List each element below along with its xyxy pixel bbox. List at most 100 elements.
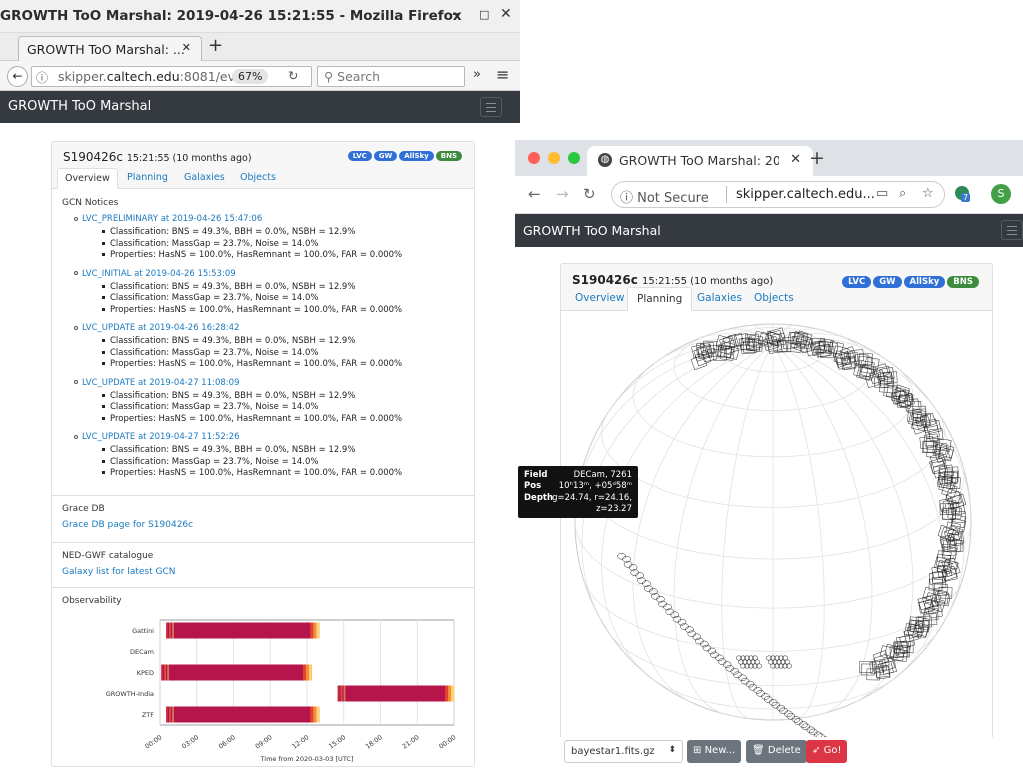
badge-lvc: LVC — [842, 276, 872, 288]
extension-icon[interactable]: 7 — [955, 186, 971, 202]
search-placeholder: Search — [337, 69, 381, 84]
card-header: S190426c 15:21:55 (10 months ago) LVC GW A… — [52, 142, 474, 189]
delete-plan-button[interactable]: 🗑 Delete — [746, 740, 807, 763]
app-brand[interactable]: GROWTH ToO Marshal — [8, 99, 151, 114]
gracedb-link[interactable]: Grace DB page for S190426c — [62, 520, 193, 530]
chrome-window: ◍ GROWTH ToO Marshal: 2019-0 ✕ + ← → ↻ ⓘ… — [515, 140, 1023, 769]
chrome-tab-close-icon[interactable]: ✕ — [790, 152, 801, 167]
not-secure-indicator[interactable]: ⓘ Not Secure — [620, 187, 709, 206]
maximize-button[interactable]: □ — [479, 8, 489, 21]
x-tick-label: 15:00 — [327, 733, 347, 750]
tab-galaxies[interactable]: Galaxies — [177, 168, 232, 189]
chrome-app-brand[interactable]: GROWTH ToO Marshal — [523, 223, 661, 238]
firefox-window: GROWTH ToO Marshal: 2019-04-26 15:21:55 … — [0, 0, 520, 769]
go-button[interactable]: ➶ Go! — [806, 740, 848, 763]
gcn-notice-link[interactable]: LVC_UPDATE at 2019-04-26 16:28:42 — [74, 323, 239, 333]
chrome-navbar-toggler[interactable] — [1001, 220, 1023, 240]
tab-planning[interactable]: Planning — [627, 287, 693, 311]
gcn-notice-detail: Classification: MassGap = 23.7%, Noise =… — [102, 402, 318, 412]
back-button[interactable]: ← — [7, 66, 28, 87]
info-icon[interactable]: ⓘ — [36, 69, 48, 86]
x-tick-label: 12:00 — [291, 733, 311, 750]
browser-tab[interactable]: GROWTH ToO Marshal: ... ✕ — [18, 36, 202, 62]
new-plan-button[interactable]: ⊞ New... — [687, 740, 742, 763]
tab-objects[interactable]: Objects — [233, 168, 283, 189]
observability-bar — [166, 622, 320, 639]
close-traffic-light[interactable] — [528, 152, 540, 164]
bookmark-star-icon[interactable]: ☆ — [922, 186, 934, 201]
zoom-indicator[interactable]: 67% — [232, 69, 269, 84]
forward-icon[interactable]: → — [556, 185, 569, 203]
window-title: GROWTH ToO Marshal: 2019-04-26 15:21:55 … — [0, 8, 462, 24]
y-category-label: DECam — [130, 648, 154, 656]
close-window-button[interactable]: ✕ — [500, 6, 512, 22]
ned-section: NED-GWF catalogue Galaxy list for latest… — [52, 542, 474, 588]
gcn-notice-detail: Classification: MassGap = 23.7%, Noise =… — [102, 293, 318, 303]
minimize-button[interactable]: – — [452, 6, 459, 22]
chrome-app-navbar: GROWTH ToO Marshal — [515, 214, 1023, 247]
tab-overview[interactable]: Overview — [57, 168, 118, 189]
planning-event-title: S190426c 15:21:55 (10 months ago) — [572, 273, 774, 287]
gcn-notice-detail: Classification: MassGap = 23.7%, Noise =… — [102, 457, 318, 467]
firefox-titlebar: GROWTH ToO Marshal: 2019-04-26 15:21:55 … — [0, 0, 520, 33]
gracedb-section: Grace DB Grace DB page for S190426c — [52, 495, 474, 549]
gcn-notice-detail: Properties: HasNS = 100.0%, HasRemnant =… — [102, 468, 402, 478]
x-tick-label: 06:00 — [217, 733, 237, 750]
gracedb-title: Grace DB — [62, 504, 105, 514]
omnibox[interactable]: ⓘ Not Secure skipper.caltech.edu... ▭ ⌕ … — [611, 181, 945, 208]
gcn-notice-detail: Properties: HasNS = 100.0%, HasRemnant =… — [102, 250, 402, 260]
badge-gw: GW — [373, 151, 398, 161]
hamburger-menu-icon[interactable]: ≡ — [496, 65, 509, 84]
minimize-traffic-light[interactable] — [548, 152, 560, 164]
event-badges: LVC GW AllSky BNS — [346, 151, 462, 161]
tab-galaxies[interactable]: Galaxies — [688, 287, 751, 311]
x-tick-label: 21:00 — [401, 733, 421, 750]
chrome-tab[interactable]: ◍ GROWTH ToO Marshal: 2019-0 ✕ — [587, 146, 813, 176]
gcn-notice-link[interactable]: LVC_PRELIMINARY at 2019-04-26 15:47:06 — [74, 214, 262, 224]
gcn-notice-detail: Properties: HasNS = 100.0%, HasRemnant =… — [102, 359, 402, 369]
gcn-notice-link[interactable]: LVC_INITIAL at 2019-04-26 15:53:09 — [74, 269, 236, 279]
profile-avatar[interactable]: S — [991, 184, 1011, 204]
globe-icon: ◍ — [598, 153, 612, 167]
chrome-tab-title: GROWTH ToO Marshal: 2019-0 — [619, 153, 779, 168]
zoom-icon[interactable]: ⌕ — [899, 186, 906, 201]
tab-strip: GROWTH ToO Marshal: ... ✕ + — [0, 33, 520, 62]
reload-icon[interactable]: ↻ — [288, 68, 298, 83]
field-tooltip: Field DECam, 7261 Pos 10ʰ13ᵐ, +05ᵈ58ᵐ De… — [518, 466, 638, 518]
gcn-notice-link[interactable]: LVC_UPDATE at 2019-04-27 11:08:09 — [74, 378, 239, 388]
gcn-notice-detail: Classification: BNS = 49.3%, BBH = 0.0%,… — [102, 336, 355, 346]
ned-title: NED-GWF catalogue — [62, 551, 154, 561]
tab-close-icon[interactable]: ✕ — [182, 41, 191, 54]
search-icon: ⚲ — [324, 69, 334, 84]
zoom-traffic-light[interactable] — [568, 152, 580, 164]
navbar-toggler[interactable] — [480, 97, 502, 117]
y-category-label: ZTF — [142, 711, 154, 719]
search-input[interactable]: ⚲ Search — [317, 66, 465, 87]
badge-bns: BNS — [947, 276, 979, 288]
reload-icon[interactable]: ↻ — [583, 185, 596, 203]
gcn-notice-detail: Classification: BNS = 49.3%, BBH = 0.0%,… — [102, 282, 355, 292]
url-bar[interactable]: ⓘ skipper.caltech.edu:8081/ev 67% ↻ — [31, 66, 312, 87]
gcn-notice-detail: Classification: BNS = 49.3%, BBH = 0.0%,… — [102, 391, 355, 401]
back-icon[interactable]: ← — [528, 185, 541, 203]
trash-icon: 🗑 — [752, 745, 765, 756]
planning-controls: bayestar1.fits.gz ⬍ ⊞ New... 🗑 Delete ➶ … — [560, 737, 993, 769]
cast-icon[interactable]: ▭ — [876, 186, 888, 201]
ned-link[interactable]: Galaxy list for latest GCN — [62, 567, 175, 577]
tab-objects[interactable]: Objects — [745, 287, 803, 311]
gcn-notice-link[interactable]: LVC_UPDATE at 2019-04-27 11:52:26 — [74, 432, 239, 442]
badge-lvc: LVC — [347, 151, 372, 161]
x-tick-label: 00:00 — [144, 733, 164, 750]
new-tab-button[interactable]: + — [208, 35, 223, 56]
tab-planning[interactable]: Planning — [120, 168, 175, 189]
skymap-select[interactable]: bayestar1.fits.gz ⬍ — [564, 740, 683, 763]
sky-map[interactable] — [561, 312, 992, 752]
chrome-toolbar: ← → ↻ ⓘ Not Secure skipper.caltech.edu..… — [515, 176, 1023, 214]
overflow-menu-icon[interactable]: » — [473, 67, 481, 82]
observability-bar — [161, 664, 312, 681]
planning-event-badges: LVC GW AllSky BNS — [840, 274, 979, 288]
gcn-notice-detail: Classification: BNS = 49.3%, BBH = 0.0%,… — [102, 227, 355, 237]
tab-overview[interactable]: Overview — [566, 287, 633, 311]
gcn-notice-detail: Properties: HasNS = 100.0%, HasRemnant =… — [102, 305, 402, 315]
chrome-new-tab-button[interactable]: + — [809, 147, 825, 169]
